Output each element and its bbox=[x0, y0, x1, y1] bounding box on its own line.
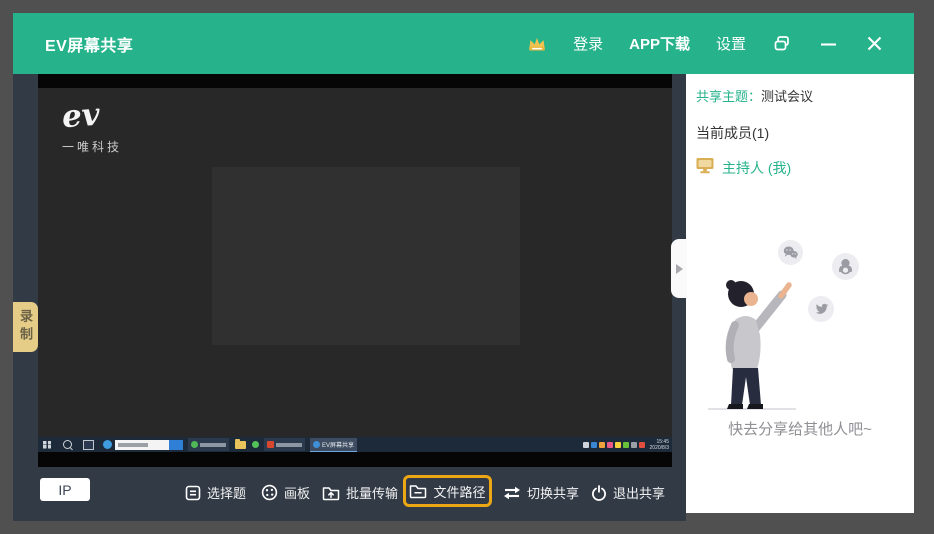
toolbar-item-label: 画板 bbox=[284, 483, 310, 502]
settings-button[interactable]: 设置 bbox=[716, 33, 746, 54]
system-tray: 15:45 2020/8/3 bbox=[583, 439, 672, 451]
swap-arrows-icon bbox=[503, 486, 521, 500]
members-count-title: 当前成员(1) bbox=[696, 123, 769, 143]
toolbar-item-batch-transfer[interactable]: 批量传输 bbox=[322, 483, 398, 502]
task-view-icon bbox=[83, 440, 94, 450]
wechat-bubble-icon bbox=[778, 240, 803, 265]
preview-top-black-bar bbox=[38, 74, 672, 88]
toolbar-item-label: 文件路径 bbox=[433, 482, 485, 501]
search-icon bbox=[63, 440, 72, 449]
sidebar-collapse-tab[interactable] bbox=[671, 239, 687, 298]
chevron-right-icon bbox=[676, 264, 683, 274]
ev-brand-text: 一唯科技 bbox=[62, 138, 122, 155]
toolbar-item-file-path-highlighted[interactable]: 文件路径 bbox=[403, 475, 492, 507]
toolbar-item-whiteboard[interactable]: 画板 bbox=[261, 483, 310, 502]
screen-share-preview: ev 一唯科技 EV屏幕共享 15:45 bbox=[38, 74, 672, 467]
restore-window-icon[interactable] bbox=[772, 34, 792, 54]
address-bar bbox=[115, 440, 183, 450]
wechat-app-icon bbox=[252, 441, 259, 448]
close-icon[interactable] bbox=[864, 34, 884, 54]
taskbar-app-green bbox=[188, 438, 229, 451]
power-icon bbox=[591, 485, 607, 501]
share-hint-text: 快去分享给其他人吧~ bbox=[686, 418, 914, 439]
toolbar-item-label: 退出共享 bbox=[613, 483, 665, 502]
members-sidebar: 共享主题：测试会议 当前成员(1) 主持人 (我) bbox=[686, 74, 914, 513]
preview-desktop: ev 一唯科技 bbox=[38, 88, 672, 437]
toolbar-item-file-path[interactable]: 文件路径 bbox=[409, 482, 485, 501]
title-bar: EV屏幕共享 登录 APP下载 设置 bbox=[13, 13, 914, 74]
taskbar-app-ev-active: EV屏幕共享 bbox=[310, 438, 357, 452]
host-monitor-icon bbox=[696, 157, 714, 179]
toolbar-item-label: 切换共享 bbox=[527, 483, 579, 502]
titlebar-actions: 登录 APP下载 设置 bbox=[527, 33, 914, 54]
ev-logo: ev bbox=[61, 97, 101, 136]
record-tab[interactable]: 录制 bbox=[13, 302, 38, 352]
browser-icon bbox=[103, 440, 112, 449]
palette-icon bbox=[261, 484, 278, 501]
app-download-button[interactable]: APP下载 bbox=[629, 33, 690, 54]
share-topic: 共享主题：测试会议 bbox=[696, 86, 813, 105]
toolbar-item-choice-question[interactable]: 选择题 bbox=[185, 483, 246, 502]
ip-button[interactable]: IP bbox=[40, 478, 90, 501]
file-explorer-icon bbox=[235, 441, 246, 449]
vip-crown-icon[interactable] bbox=[527, 34, 547, 54]
share-topic-label: 共享主题： bbox=[696, 89, 761, 104]
member-list-item: 主持人 (我) bbox=[696, 157, 791, 179]
taskbar-clock: 15:45 2020/8/3 bbox=[650, 439, 669, 451]
taskbar-app-label: EV屏幕共享 bbox=[322, 440, 354, 449]
toolbar-item-label: 选择题 bbox=[207, 483, 246, 502]
preview-bottom-black-bar bbox=[38, 452, 672, 467]
twitter-bird-icon bbox=[808, 296, 834, 322]
taskbar-app-red bbox=[264, 438, 305, 451]
person-illustration bbox=[702, 272, 802, 419]
toolbar-item-switch-share[interactable]: 切换共享 bbox=[503, 483, 579, 502]
app-title: EV屏幕共享 bbox=[45, 32, 133, 56]
start-button-icon bbox=[43, 441, 51, 449]
share-topic-value: 测试会议 bbox=[761, 89, 813, 104]
qq-penguin-icon bbox=[832, 253, 859, 280]
toolbar-item-label: 批量传输 bbox=[346, 483, 398, 502]
folder-path-icon bbox=[409, 483, 427, 499]
preview-center-window bbox=[212, 167, 520, 345]
login-button[interactable]: 登录 bbox=[573, 33, 603, 54]
preview-windows-taskbar: EV屏幕共享 15:45 2020/8/3 bbox=[38, 437, 672, 452]
record-tab-label: 录制 bbox=[16, 309, 35, 345]
toolbar-item-exit-share[interactable]: 退出共享 bbox=[591, 483, 665, 502]
member-name: 主持人 (我) bbox=[722, 158, 791, 178]
folder-upload-icon bbox=[322, 485, 340, 501]
list-icon bbox=[185, 485, 201, 501]
minimize-icon[interactable] bbox=[818, 34, 838, 54]
